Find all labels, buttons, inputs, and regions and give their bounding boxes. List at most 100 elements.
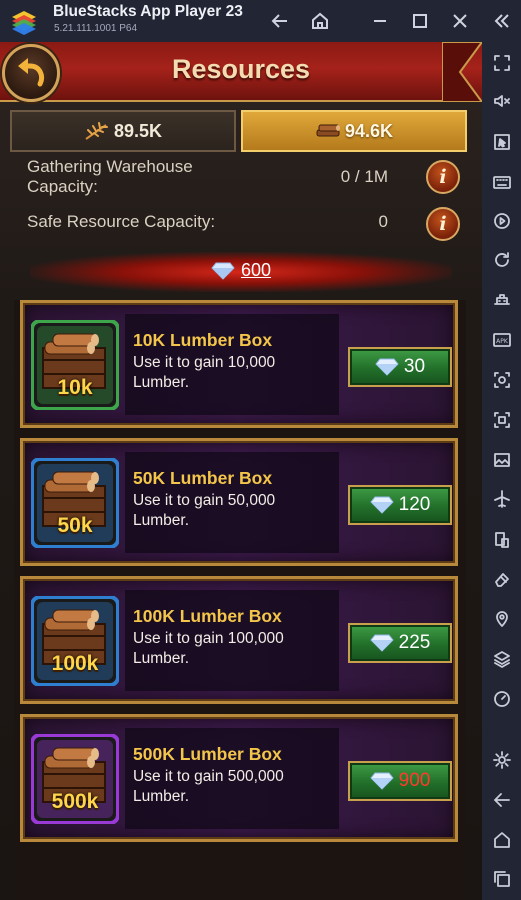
keyboard-icon: [492, 175, 511, 189]
fullscreen-icon: [493, 54, 510, 71]
pointer-button[interactable]: [489, 129, 514, 154]
buy-price: 900: [398, 770, 431, 791]
layers-icon: [493, 650, 510, 668]
warehouse-capacity-row: Gathering Warehouse Capacity: 0 / 1M i: [18, 155, 464, 199]
recent-apps-button[interactable]: [489, 866, 514, 891]
back-arrow-icon: [271, 14, 287, 28]
bluestacks-logo-icon: [12, 11, 36, 35]
play-circle-icon: [493, 212, 510, 229]
diamond-icon: [369, 634, 394, 652]
gem-balance-value: 600: [240, 260, 272, 280]
minimize-icon: [374, 20, 386, 22]
minimize-button[interactable]: [368, 9, 392, 33]
food-amount: 89.5K: [113, 120, 163, 141]
safe-capacity-value: 0: [378, 212, 388, 231]
maximize-button[interactable]: [408, 9, 432, 33]
airplane-mode-button[interactable]: [489, 486, 514, 511]
camera-icon: [493, 371, 510, 388]
home-icon: [493, 831, 510, 848]
list-item: 10k 10K Lumber Box Use it to gain 10,000…: [20, 300, 458, 428]
item-description: Use it to gain 50,000 Lumber.: [133, 492, 276, 529]
buy-price: 30: [403, 356, 426, 377]
emulator-title-bar: BlueStacks App Player 23 5.21.111.1001 P…: [0, 0, 521, 42]
back-button[interactable]: [2, 44, 60, 102]
buy-button[interactable]: 900: [348, 761, 452, 801]
item-name: 50K Lumber Box: [133, 468, 273, 488]
safe-capacity-row: Safe Resource Capacity: 0 i: [18, 204, 464, 244]
settings-button[interactable]: [489, 747, 514, 772]
mute-icon: [493, 94, 510, 107]
curved-back-arrow-icon: [18, 58, 45, 87]
location-button[interactable]: [489, 606, 514, 631]
safe-info-button[interactable]: i: [426, 207, 460, 241]
item-name: 10K Lumber Box: [133, 330, 273, 350]
android-back-button[interactable]: [489, 787, 514, 812]
back-arrow-button[interactable]: [268, 9, 292, 33]
maximize-icon: [413, 14, 427, 28]
home-icon: [312, 12, 328, 29]
gear-icon: [492, 750, 511, 769]
screenshot-button[interactable]: [489, 367, 514, 392]
warehouse-info-button[interactable]: i: [426, 160, 460, 194]
page-header: Resources: [0, 42, 482, 102]
game-screen: Resources 89.5K 94.6K Gathering Warehous…: [0, 42, 482, 900]
rotate-button[interactable]: [489, 247, 514, 272]
page-title: Resources: [171, 54, 311, 84]
diamond-icon: [375, 358, 399, 376]
diamond-icon: [369, 496, 394, 514]
buy-price: 120: [398, 494, 431, 515]
location-pin-icon: [495, 610, 508, 627]
controls-button[interactable]: [489, 286, 514, 311]
item-level-label: 500k: [51, 790, 99, 813]
diamond-icon: [369, 772, 394, 790]
tab-lumber[interactable]: 94.6K: [241, 110, 467, 152]
android-home-button[interactable]: [489, 827, 514, 852]
close-button[interactable]: [448, 9, 472, 33]
collapse-sidebar-button[interactable]: [490, 9, 514, 33]
gamepad-icon: [493, 293, 510, 305]
item-level-label: 100k: [51, 652, 99, 675]
devices-icon: [494, 531, 509, 548]
tab-food[interactable]: 89.5K: [10, 110, 236, 152]
macro-button[interactable]: [489, 208, 514, 233]
buy-price: 225: [398, 632, 431, 653]
item-description: Use it to gain 100,000 Lumber.: [133, 630, 284, 667]
volume-button[interactable]: [489, 88, 514, 113]
gem-balance: 600: [30, 260, 452, 281]
diamond-icon: [211, 262, 235, 280]
info-icon: i: [439, 166, 447, 188]
item-name: 100K Lumber Box: [133, 606, 282, 626]
recent-apps-icon: [493, 870, 510, 887]
media-manager-button[interactable]: [489, 447, 514, 472]
back-arrow-icon: [493, 792, 510, 807]
double-chevron-left-icon: [494, 14, 509, 28]
airplane-icon: [493, 489, 510, 508]
buy-button[interactable]: 225: [348, 623, 452, 663]
keyboard-button[interactable]: [489, 169, 514, 194]
item-list: 10k 10K Lumber Box Use it to gain 10,000…: [14, 300, 466, 900]
install-apk-button[interactable]: APK: [489, 327, 514, 352]
performance-button[interactable]: [489, 686, 514, 711]
buy-button[interactable]: 30: [348, 347, 452, 387]
eraser-button[interactable]: [489, 566, 514, 591]
buy-button[interactable]: 120: [348, 485, 452, 525]
item-level-label: 50k: [57, 514, 93, 537]
lumber-icon: [316, 124, 340, 137]
list-item: 50k 50K Lumber Box Use it to gain 50,000…: [20, 438, 458, 566]
gauge-icon: [493, 690, 510, 707]
fullscreen-button[interactable]: [489, 50, 514, 75]
multi-instance-button[interactable]: [489, 527, 514, 552]
item-level-label: 10k: [57, 376, 93, 399]
lumber-box-icon: 100k: [30, 595, 120, 687]
record-icon: [493, 411, 510, 428]
layers-button[interactable]: [489, 646, 514, 671]
app-version: 5.21.111.1001 P64: [54, 23, 138, 34]
lumber-box-icon: 50k: [30, 457, 120, 549]
home-button[interactable]: [308, 9, 332, 33]
warehouse-capacity-value: 0 / 1M: [340, 167, 388, 186]
apk-icon: APK: [492, 332, 511, 347]
emulator-sidebar: APK: [482, 42, 521, 900]
info-icon: i: [439, 213, 447, 235]
record-screen-button[interactable]: [489, 407, 514, 432]
lumber-box-icon: 500k: [30, 733, 120, 825]
